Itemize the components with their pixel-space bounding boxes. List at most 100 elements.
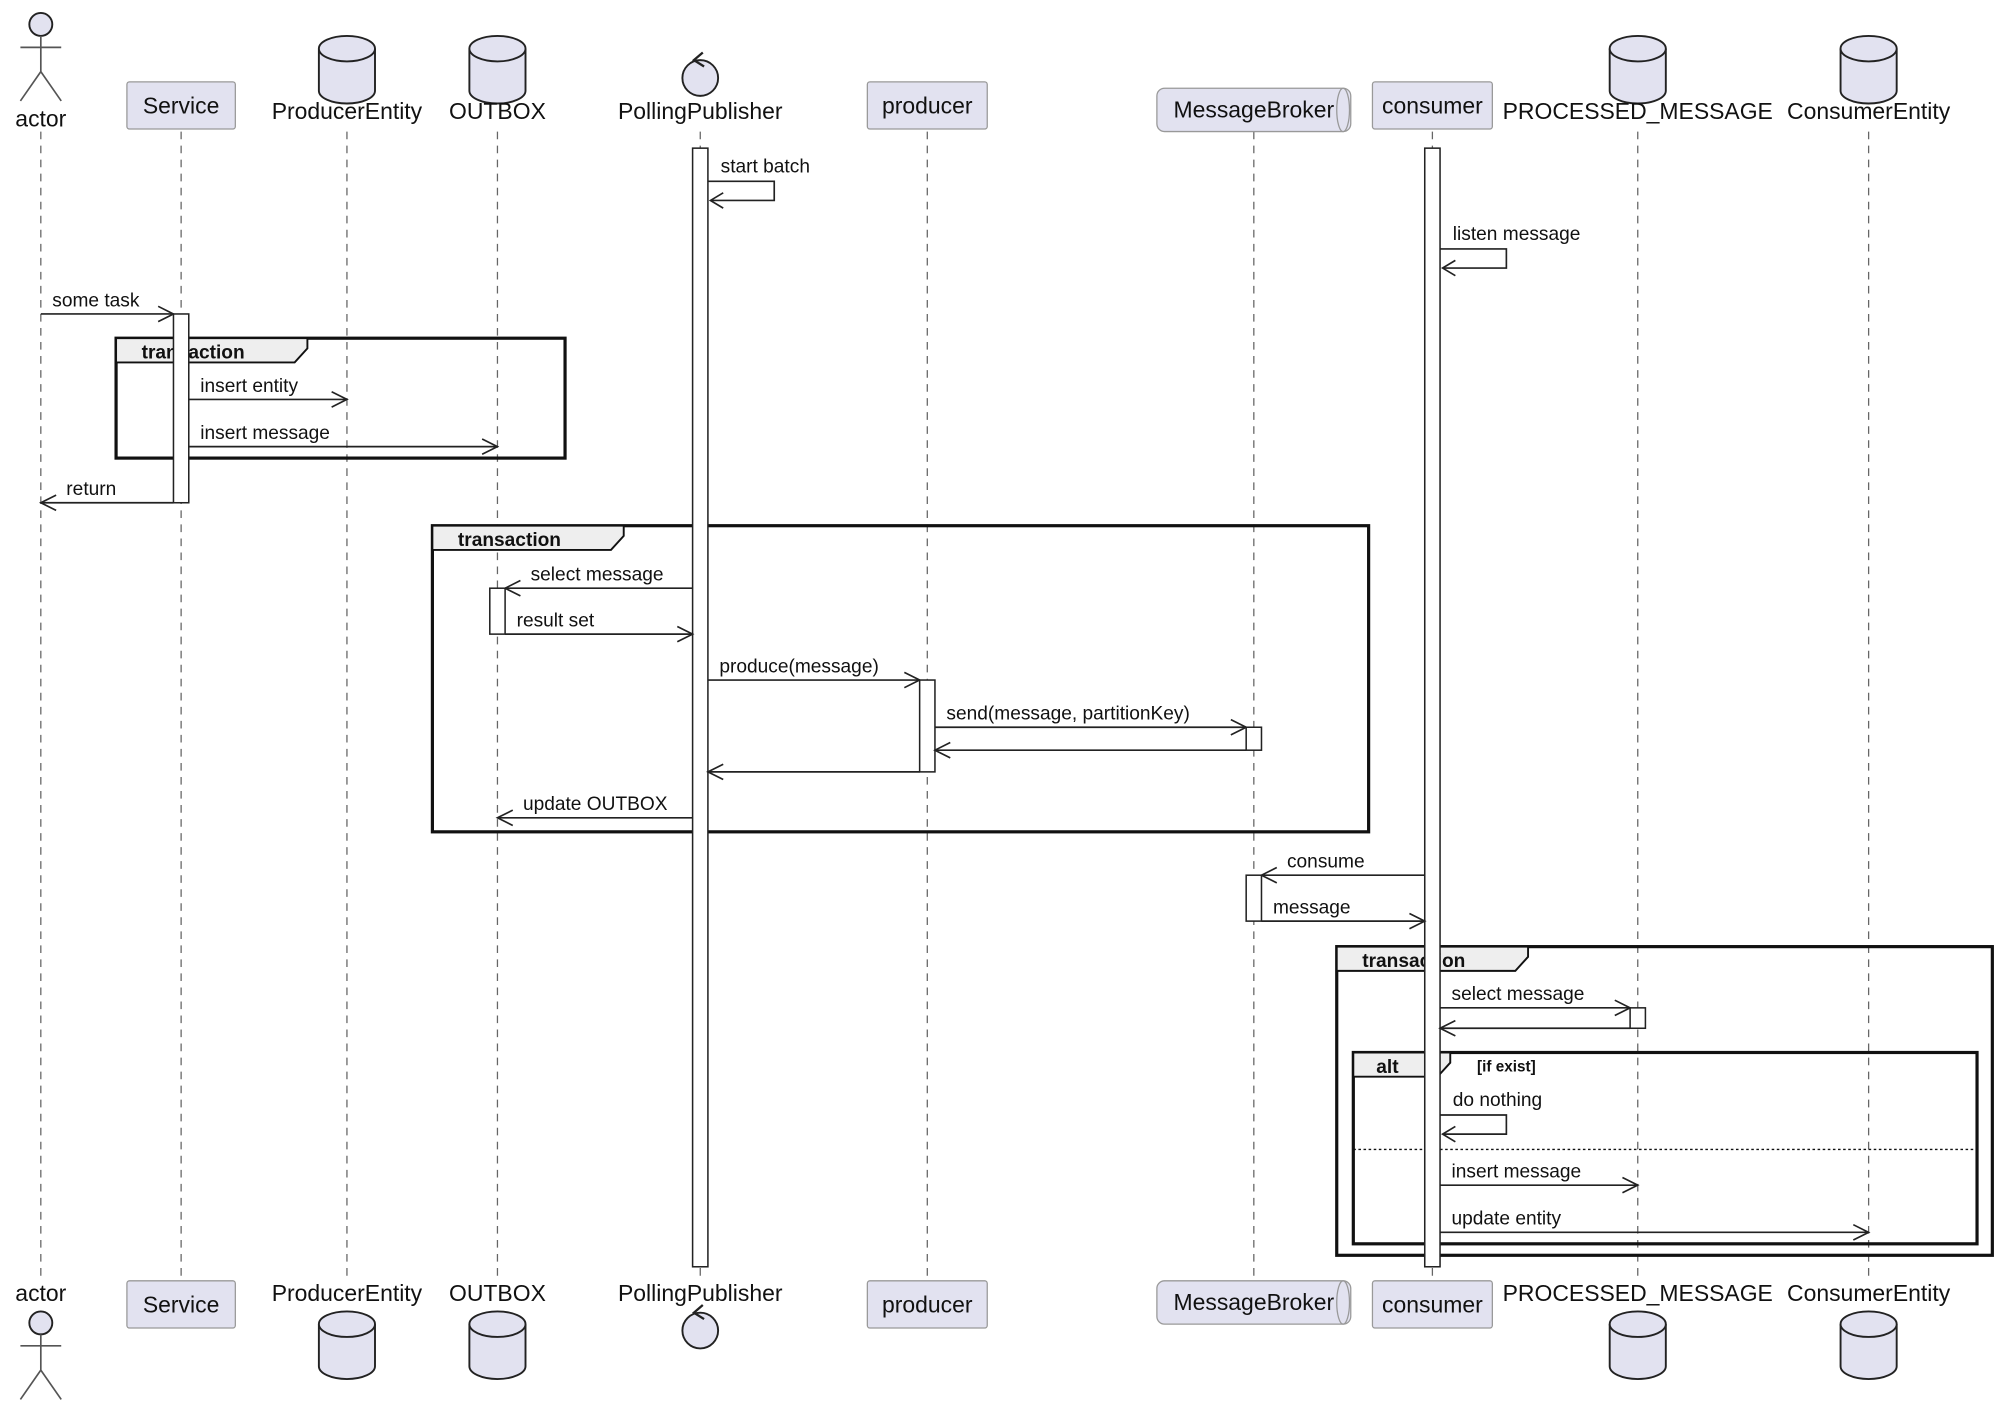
participant-label: ConsumerEntity xyxy=(1787,1280,1951,1306)
participant-outbox-bottom[interactable]: OUTBOX xyxy=(449,1280,546,1380)
message-return[interactable] xyxy=(1438,1019,1631,1037)
message-label: consume xyxy=(1287,852,1365,873)
message-produce-message-[interactable]: produce(message) xyxy=(707,656,922,689)
participant-polling_publisher-top[interactable]: PollingPublisher xyxy=(618,51,783,124)
message-label: update entity xyxy=(1452,1209,1562,1230)
participant-label: PollingPublisher xyxy=(618,1280,783,1306)
fragment-label: transaction xyxy=(458,530,561,551)
activation-bar-producer xyxy=(918,679,936,773)
message-update-outbox[interactable]: update OUTBOX xyxy=(495,794,693,827)
participant-producer-bottom[interactable]: producer xyxy=(866,1280,988,1329)
participant-label: consumer xyxy=(1382,1292,1483,1318)
control-icon xyxy=(681,51,720,97)
message-label: update OUTBOX xyxy=(523,794,668,815)
participant-processed_message-bottom[interactable]: PROCESSED_MESSAGE xyxy=(1503,1280,1773,1380)
message-listen-message[interactable]: listen message xyxy=(1440,224,1581,277)
participant-actor-top[interactable]: actor xyxy=(15,11,67,132)
message-label: return xyxy=(66,479,116,500)
participant-message_broker-bottom[interactable]: MessageBroker xyxy=(1156,1280,1352,1325)
participant-consumer_entity-bottom[interactable]: ConsumerEntity xyxy=(1787,1280,1951,1380)
message-consume[interactable]: consume xyxy=(1259,852,1425,884)
participant-label: PROCESSED_MESSAGE xyxy=(1503,1280,1773,1306)
activation-bar-processed_message xyxy=(1629,1007,1647,1030)
participant-label: MessageBroker xyxy=(1174,97,1335,123)
participant-polling_publisher-bottom[interactable]: PollingPublisher xyxy=(618,1280,783,1350)
activation-bar-polling_publisher xyxy=(691,147,709,1268)
participant-label: producer xyxy=(882,93,973,119)
participant-label: ProducerEntity xyxy=(272,98,423,124)
message-label: send(message, partitionKey) xyxy=(946,704,1189,725)
message-result-set[interactable]: result set xyxy=(505,610,695,643)
participant-processed_message-top[interactable]: PROCESSED_MESSAGE xyxy=(1503,34,1773,124)
message-return[interactable] xyxy=(933,741,1247,759)
participant-label: Service xyxy=(143,93,219,119)
message-insert-entity[interactable]: insert entity xyxy=(188,376,349,408)
fragment-guard: [if exist] xyxy=(1477,1059,1536,1076)
message-label: listen message xyxy=(1453,224,1581,245)
database-icon xyxy=(317,34,376,105)
database-icon xyxy=(1608,34,1667,105)
participant-label: PollingPublisher xyxy=(618,98,783,124)
message-label: insert entity xyxy=(200,376,298,397)
message-select-message[interactable]: select message xyxy=(503,565,693,597)
activation-bar-message_broker xyxy=(1245,874,1263,922)
message-label: insert message xyxy=(200,423,330,444)
message-select-message[interactable]: select message xyxy=(1440,984,1632,1017)
participant-service-bottom[interactable]: Service xyxy=(126,1280,236,1329)
message-return[interactable] xyxy=(706,763,920,781)
message-label: result set xyxy=(517,610,595,631)
message-label: do nothing xyxy=(1453,1090,1542,1111)
actor-icon xyxy=(19,1310,62,1400)
participant-consumer-top[interactable]: consumer xyxy=(1371,81,1493,130)
message-update-entity[interactable]: update entity xyxy=(1440,1209,1871,1241)
participant-label: PROCESSED_MESSAGE xyxy=(1503,98,1773,124)
participant-producer-top[interactable]: producer xyxy=(866,81,988,130)
control-icon xyxy=(681,1304,720,1350)
message-insert-message[interactable]: insert message xyxy=(188,423,500,456)
database-icon xyxy=(468,34,527,105)
database-icon xyxy=(1608,1310,1667,1380)
message-label: insert message xyxy=(1452,1161,1582,1182)
queue-end-icon xyxy=(1336,1280,1351,1325)
participant-producer_entity-bottom[interactable]: ProducerEntity xyxy=(272,1280,423,1380)
participant-service-top[interactable]: Service xyxy=(126,81,236,130)
participant-outbox-top[interactable]: OUTBOX xyxy=(449,34,546,124)
message-return[interactable]: return xyxy=(38,479,174,512)
participant-consumer_entity-top[interactable]: ConsumerEntity xyxy=(1787,34,1951,124)
participant-label: ProducerEntity xyxy=(272,1280,423,1306)
participant-label: consumer xyxy=(1382,93,1483,119)
participant-message_broker-top[interactable]: MessageBroker xyxy=(1156,87,1352,133)
message-start-batch[interactable]: start batch xyxy=(707,156,810,209)
activation-bar-outbox xyxy=(489,587,506,635)
database-icon xyxy=(468,1310,527,1380)
message-label: message xyxy=(1273,897,1351,918)
actor-icon xyxy=(19,11,62,102)
message-label: select message xyxy=(531,565,664,586)
database-icon xyxy=(1839,1310,1898,1380)
message-do-nothing[interactable]: do nothing xyxy=(1440,1090,1542,1143)
participant-label: actor xyxy=(15,1280,66,1306)
message-label: select message xyxy=(1452,984,1585,1005)
message-some-task[interactable]: some task xyxy=(40,290,176,323)
participant-consumer-bottom[interactable]: consumer xyxy=(1371,1280,1493,1329)
message-send-message-partitionkey-[interactable]: send(message, partitionKey) xyxy=(934,704,1249,736)
fragment-label: transaction xyxy=(142,343,245,364)
message-insert-message[interactable]: insert message xyxy=(1440,1161,1640,1194)
fragment-label: alt xyxy=(1376,1057,1399,1078)
participant-producer_entity-top[interactable]: ProducerEntity xyxy=(272,34,423,124)
alt-fragment: alt [if exist] xyxy=(1351,1050,1979,1246)
activation-bar-message_broker xyxy=(1245,726,1263,751)
participant-label: producer xyxy=(882,1292,973,1318)
database-icon xyxy=(317,1310,376,1380)
message-label: produce(message) xyxy=(719,656,878,677)
message-label: some task xyxy=(52,290,140,311)
participant-label: OUTBOX xyxy=(449,98,546,124)
participant-label: actor xyxy=(15,105,66,131)
message-message[interactable]: message xyxy=(1261,897,1427,930)
participant-actor-bottom[interactable]: actor xyxy=(15,1280,67,1400)
queue-end-icon xyxy=(1336,87,1351,133)
participant-label: Service xyxy=(143,1292,219,1318)
participant-label: ConsumerEntity xyxy=(1787,98,1951,124)
fragment-label: transaction xyxy=(1362,951,1465,972)
message-label: start batch xyxy=(721,156,810,177)
